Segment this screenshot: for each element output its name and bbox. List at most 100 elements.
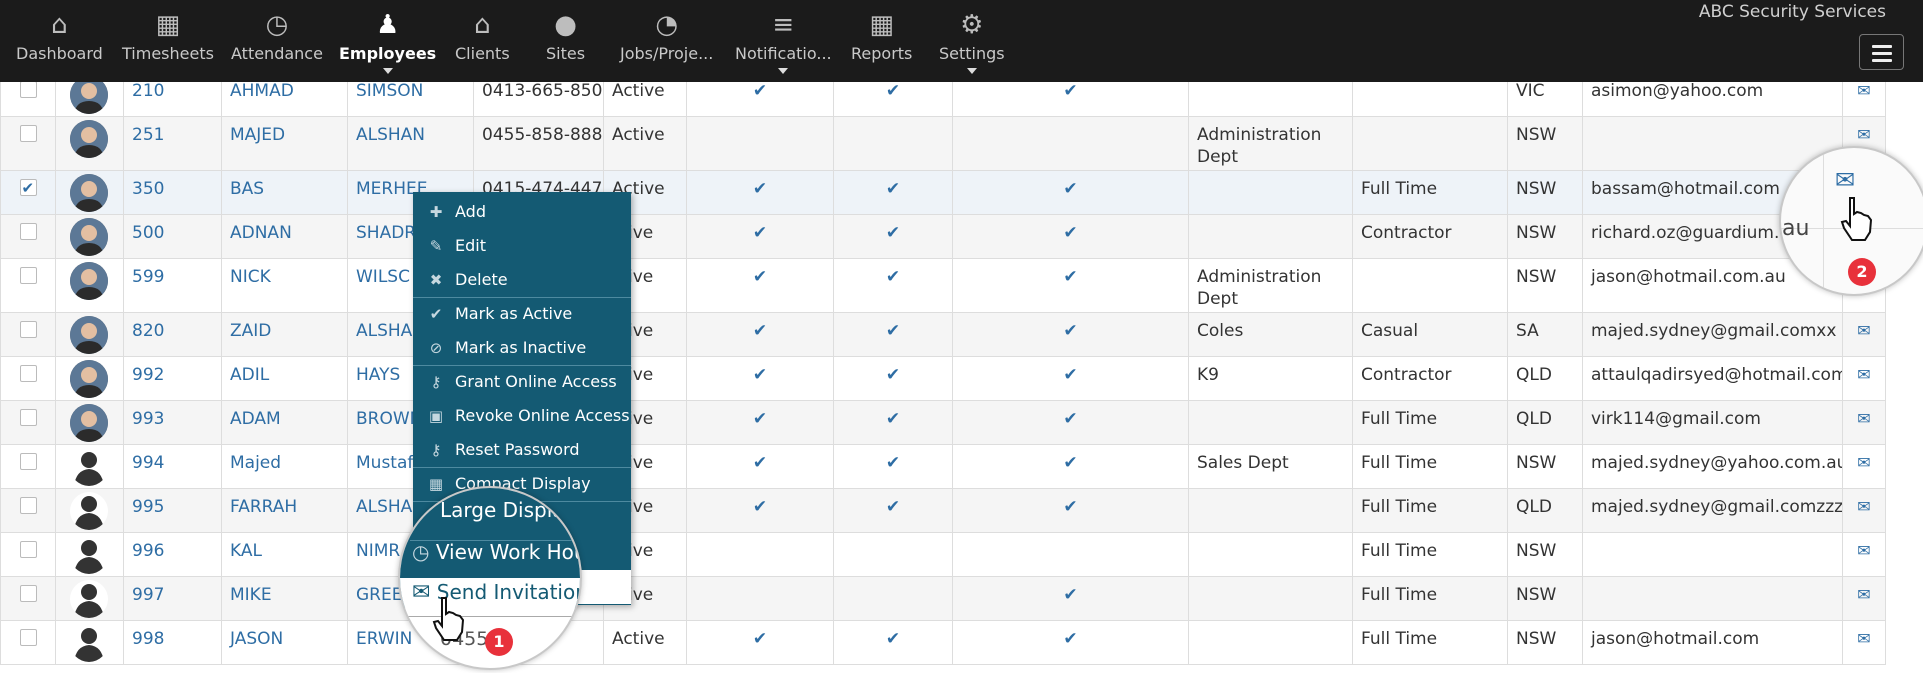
table-row[interactable]: 350BASMERHEE0415-474-447Active✔✔✔Full Ti… — [0, 170, 1886, 215]
nav-item-notificatio[interactable]: ≡ Notificatio... — [735, 8, 832, 74]
nav-item-dashboard[interactable]: ⌂ Dashboard — [16, 8, 103, 63]
clock-icon: ◷ — [412, 540, 430, 564]
envelope-icon[interactable]: ✉ — [1857, 125, 1870, 144]
row-checkbox[interactable] — [19, 497, 37, 514]
cell-first[interactable]: Majed — [221, 444, 348, 489]
cell-id[interactable]: 820 — [123, 312, 222, 357]
table-row[interactable]: 997 MIKE GREE ctive ✔ Full Time NSW ✉ — [0, 576, 1886, 621]
row-checkbox-cell — [0, 116, 56, 171]
check-icon — [833, 532, 953, 577]
envelope-icon[interactable]: ✉ — [1857, 321, 1870, 340]
row-checkbox[interactable] — [19, 223, 37, 240]
nav-item-jobs-proje[interactable]: ◔ Jobs/Proje... — [620, 8, 713, 63]
send-email-cell: ✉ — [1842, 576, 1886, 621]
employee-grid: 210 AHMAD SIMSON 0413-665-850 Active ✔ ✔ ✔ VIC as… — [0, 72, 1886, 665]
table-row[interactable]: 251 MAJED ALSHAN 0455-858-888 Active Administ… — [0, 116, 1886, 171]
menu-item-delete[interactable]: ✖ Delete — [413, 263, 631, 297]
menu-item-large-display[interactable]: Large Displa — [440, 498, 565, 522]
row-checkbox[interactable] — [19, 321, 37, 338]
cell-first[interactable]: ADNAN — [221, 214, 348, 259]
cell-id[interactable]: 599 — [123, 258, 222, 313]
menu-item-reset-password[interactable]: ⚷ Reset Password — [413, 433, 631, 467]
cell-id[interactable]: 992 — [123, 356, 222, 401]
menu-item-grant-online-access[interactable]: ⚷ Grant Online Access — [413, 365, 631, 399]
nav-item-reports[interactable]: ▦ Reports — [851, 8, 912, 63]
menu-divider — [413, 467, 631, 468]
envelope-icon[interactable]: ✉ — [1835, 166, 1855, 194]
cell-first[interactable]: FARRAH — [221, 488, 348, 533]
gear-icon: ⚙ — [960, 10, 984, 40]
envelope-icon[interactable]: ✉ — [1857, 541, 1870, 560]
cell-first[interactable]: ZAID — [221, 312, 348, 357]
hamburger-menu-button[interactable] — [1859, 34, 1904, 70]
avatar — [70, 120, 108, 158]
avatar-cell — [55, 620, 124, 665]
cell-first[interactable]: ADIL — [221, 356, 348, 401]
table-row[interactable]: 994 Majed Mustaf ctive ✔ ✔ ✔ Sales Dept Full Tim… — [0, 444, 1886, 489]
nav-item-sites[interactable]: ● Sites — [546, 8, 585, 63]
envelope-icon[interactable]: ✉ — [1857, 453, 1870, 472]
cell-id[interactable]: 500 — [123, 214, 222, 259]
cell-id[interactable]: 994 — [123, 444, 222, 489]
envelope-icon[interactable]: ✉ — [1857, 365, 1870, 384]
cell-id[interactable]: 996 — [123, 532, 222, 577]
table-row[interactable]: 998JASONERWIN-888Active✔✔✔Full TimeNSWja… — [0, 620, 1886, 665]
cell-last[interactable]: ALSHAN — [347, 116, 474, 171]
nav-item-settings[interactable]: ⚙ Settings — [939, 8, 1005, 74]
table-row[interactable]: 993 ADAM BROWN ctive ✔ ✔ ✔ Full Time QLD virk114@… — [0, 400, 1886, 445]
menu-item-mark-as-active[interactable]: ✔ Mark as Active — [413, 297, 631, 331]
cell-first[interactable]: JASON — [221, 620, 348, 665]
menu-item-mark-as-inactive[interactable]: ⊘ Mark as Inactive — [413, 331, 631, 365]
cell-id[interactable]: 995 — [123, 488, 222, 533]
cell-first[interactable]: MIKE — [221, 576, 348, 621]
row-checkbox[interactable] — [19, 125, 37, 142]
menu-item-view-work-hours[interactable]: ◷ View Work Hou — [412, 540, 580, 564]
nav-item-attendance[interactable]: ◷ Attendance — [231, 8, 323, 63]
envelope-icon[interactable]: ✉ — [1857, 585, 1870, 604]
cell-first[interactable]: KAL — [221, 532, 348, 577]
cell-id[interactable]: 998 — [123, 620, 222, 665]
send-email-cell: ✉ — [1842, 400, 1886, 445]
row-checkbox[interactable] — [19, 629, 37, 646]
table-row[interactable]: 992 ADIL HAYS ctive ✔ ✔ ✔ K9 Contractor QLD attaul… — [0, 356, 1886, 401]
check-icon: ✔ — [833, 312, 953, 357]
menu-item-edit[interactable]: ✎ Edit — [413, 229, 631, 263]
table-row[interactable]: 996 KAL NIMR ctive Full Time NSW ✉ — [0, 532, 1886, 577]
cell-email — [1582, 532, 1843, 577]
cell-type: Full Time — [1352, 576, 1508, 621]
cell-first[interactable]: BAS — [221, 170, 348, 215]
row-checkbox[interactable] — [19, 585, 37, 602]
envelope-icon[interactable]: ✉ — [1857, 497, 1870, 516]
nav-item-label: Jobs/Proje... — [620, 44, 714, 63]
table-row[interactable]: 599 NICK WILSC ctive ✔ ✔ ✔ Administration Dept N… — [0, 258, 1886, 313]
nav-item-employees[interactable]: ♟ Employees — [339, 8, 436, 74]
menu-item-add[interactable]: ✚ Add — [413, 195, 631, 229]
row-checkbox[interactable] — [19, 365, 37, 382]
cell-first[interactable]: MAJED — [221, 116, 348, 171]
cell-type: Casual — [1352, 312, 1508, 357]
row-checkbox[interactable] — [19, 453, 37, 470]
row-checkbox-cell — [0, 170, 56, 215]
row-checkbox[interactable] — [19, 409, 37, 426]
cell-dept: Sales Dept — [1188, 444, 1353, 489]
cell-id[interactable]: 993 — [123, 400, 222, 445]
cell-first[interactable]: NICK — [221, 258, 348, 313]
envelope-icon[interactable]: ✉ — [1857, 629, 1870, 648]
nav-item-timesheets[interactable]: ▦ Timesheets — [122, 8, 214, 63]
nav-item-clients[interactable]: ⌂ Clients — [455, 8, 510, 63]
menu-item-revoke-online-access[interactable]: ▣ Revoke Online Access — [413, 399, 631, 433]
cell-first[interactable]: ADAM — [221, 400, 348, 445]
table-row[interactable]: 820 ZAID ALSHA ctive ✔ ✔ ✔ Coles Casual SA majed.s… — [0, 312, 1886, 357]
table-row[interactable]: 995 FARRAH ALSHA ctive ✔ ✔ ✔ Full Time QLD majed.… — [0, 488, 1886, 533]
cell-id[interactable]: 350 — [123, 170, 222, 215]
bank-icon: ⌂ — [474, 10, 491, 40]
cell-id[interactable]: 251 — [123, 116, 222, 171]
table-row[interactable]: 500 ADNAN SHADR ctive ✔ ✔ ✔ Contractor NSW richar… — [0, 214, 1886, 259]
row-checkbox[interactable] — [19, 267, 37, 284]
envelope-icon[interactable]: ✉ — [1857, 81, 1870, 100]
cell-id[interactable]: 997 — [123, 576, 222, 621]
envelope-icon[interactable]: ✉ — [1857, 409, 1870, 428]
row-checkbox[interactable] — [19, 81, 37, 98]
row-checkbox[interactable] — [19, 541, 37, 558]
row-checkbox[interactable] — [19, 177, 37, 199]
